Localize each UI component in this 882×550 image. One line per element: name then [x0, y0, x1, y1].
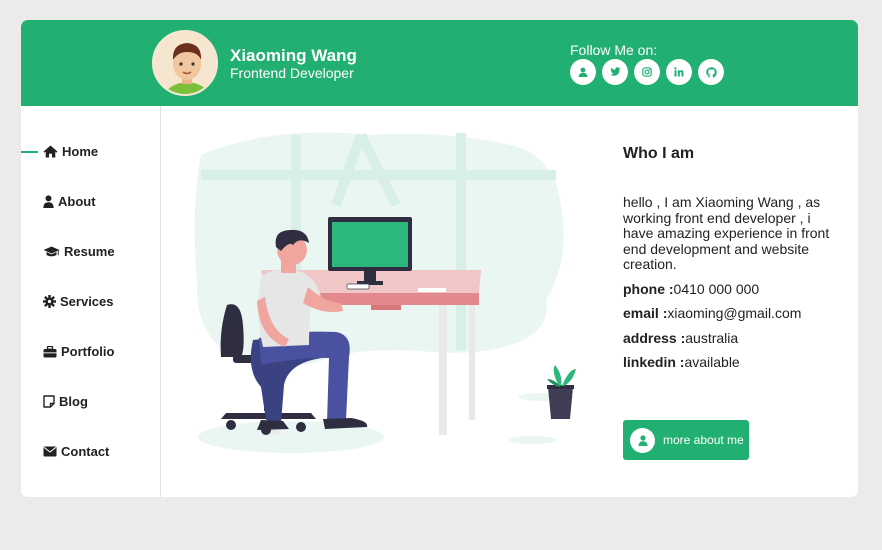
follow-label: Follow Me on: — [570, 42, 658, 58]
address-value: australia — [685, 330, 739, 346]
email-label: email : — [623, 305, 668, 321]
phone-value: 0410 000 000 — [673, 281, 760, 297]
nav-label-portfolio: Portfolio — [61, 344, 115, 359]
envelope-icon — [43, 446, 57, 457]
more-about-me-button[interactable]: more about me — [623, 420, 749, 460]
nav-label-about: About — [58, 194, 96, 209]
nav-item-blog[interactable]: Blog — [43, 394, 88, 409]
note-icon — [43, 395, 55, 408]
social-user-link[interactable] — [570, 59, 596, 85]
linkedin-row: linkedin :available — [623, 354, 740, 370]
address-row: address :australia — [623, 330, 738, 346]
nav-item-resume[interactable]: Resume — [43, 244, 115, 259]
social-twitter-link[interactable] — [602, 59, 628, 85]
user-icon — [630, 427, 655, 453]
nav-label-resume: Resume — [64, 244, 115, 259]
social-instagram-link[interactable] — [634, 59, 660, 85]
user-icon — [43, 195, 54, 208]
more-about-me-label: more about me — [663, 433, 744, 447]
social-github-link[interactable] — [698, 59, 724, 85]
profile-card: Xiaoming Wang Frontend Developer Follow … — [21, 20, 858, 497]
nav-item-contact[interactable]: Contact — [43, 444, 109, 459]
nav-item-about[interactable]: About — [43, 194, 96, 209]
nav-item-portfolio[interactable]: Portfolio — [43, 344, 114, 359]
github-icon — [705, 66, 717, 77]
gear-icon — [43, 295, 56, 308]
phone-row: phone :0410 000 000 — [623, 281, 759, 297]
linkedin-label: linkedin : — [623, 354, 685, 370]
graduation-cap-icon — [43, 246, 60, 256]
profile-name: Xiaoming Wang — [230, 46, 357, 65]
active-indicator — [21, 151, 38, 153]
instagram-icon — [642, 67, 652, 77]
twitter-icon — [609, 67, 620, 76]
header-bar: Xiaoming Wang Frontend Developer Follow … — [21, 20, 858, 106]
avatar — [152, 30, 218, 96]
briefcase-icon — [43, 345, 57, 357]
nav-label-contact: Contact — [61, 444, 110, 459]
nav-label-home: Home — [62, 144, 99, 159]
user-icon — [578, 67, 588, 77]
home-icon — [43, 145, 58, 158]
social-links — [570, 59, 724, 85]
email-value: xiaoming@gmail.com — [667, 305, 802, 321]
developer-illustration — [194, 132, 576, 453]
social-linkedin-link[interactable] — [666, 59, 692, 85]
address-label: address : — [623, 330, 686, 346]
email-row: email :xiaoming@gmail.com — [623, 305, 801, 321]
linkedin-value: available — [684, 354, 740, 370]
nav-label-blog: Blog — [59, 394, 88, 409]
linkedin-icon — [674, 67, 684, 77]
about-intro: hello , I am Xiaoming Wang , as working … — [623, 194, 830, 273]
nav-item-home[interactable]: Home — [43, 144, 98, 159]
nav-label-services: Services — [60, 294, 114, 309]
about-heading: Who I am — [623, 145, 695, 162]
nav-item-services[interactable]: Services — [43, 294, 114, 309]
profile-role: Frontend Developer — [230, 65, 354, 81]
phone-label: phone : — [623, 281, 674, 297]
sidebar-nav: Home About Resume Services Portfolio Blo… — [21, 106, 161, 497]
